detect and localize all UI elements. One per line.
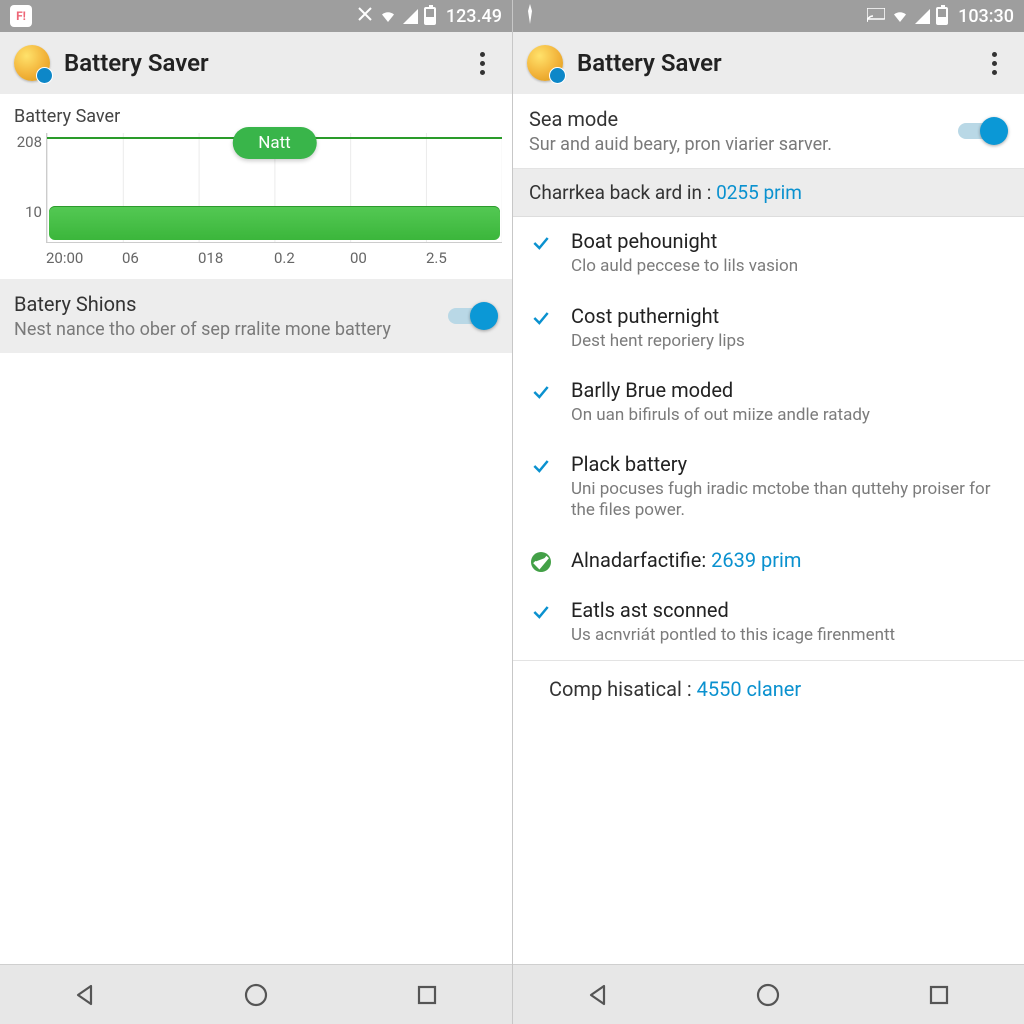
chart-x-axis: 20:00 06 018 0.2 00 2.5 [12,249,502,267]
switch-row-sub: Nest nance tho ober of sep rralite mone … [14,318,438,341]
settings-list: Boat pehounight Clo auld peccese to lils… [513,217,1024,660]
y-tick: 208 [12,133,42,151]
battery-icon [424,7,436,25]
alnadar-text: Alnadarfactifie: 2639 prim [571,548,1008,572]
alnadar-item[interactable]: Alnadarfactifie: 2639 prim [513,536,1024,586]
sea-mode-sub: Sur and auid beary, pron viarier sarver. [529,133,958,156]
nav-home-button[interactable] [746,973,790,1017]
notification-icon: F! [10,5,32,27]
overflow-menu-button[interactable] [466,47,498,79]
wifi-icon [891,7,909,25]
x-tick: 018 [198,249,274,267]
comp-row[interactable]: Comp hisatical : 4550 claner [513,660,1024,719]
status-left [523,4,537,29]
list-item[interactable]: Plack battery Uni pocuses fugh iradic mc… [513,440,1024,536]
phone-right: 103:30 Battery Saver Sea mode Sur and au… [512,0,1024,1024]
y-tick: 10 [12,203,42,221]
status-right: 123.49 [357,6,502,27]
status-right: 103:30 [867,6,1014,27]
overflow-menu-button[interactable] [978,47,1010,79]
sea-mode-title: Sea mode [529,106,958,133]
nav-recent-button[interactable] [917,973,961,1017]
battery-shions-toggle[interactable] [448,302,498,330]
list-item[interactable]: Boat pehounight Clo auld peccese to lils… [513,217,1024,291]
section-accent: 0255 prim [716,181,802,204]
chart-canvas: Natt [46,133,502,243]
app-icon [14,45,50,81]
item-title: Plack battery [571,452,1008,477]
x-tick: 0.2 [274,249,350,267]
close-icon [357,6,373,27]
item-title: Eatls ast sconned [571,598,1008,623]
phone-left: F! 123.49 Battery Saver Battery Saver 20… [0,0,512,1024]
status-left: F! [10,5,32,27]
app-bar: Battery Saver [513,32,1024,94]
chart-y-axis: 208 10 [12,133,46,243]
content-area: Battery Saver 208 10 Natt 20:00 06 018 0… [0,94,512,964]
comp-prefix: Comp hisatical : [549,677,697,701]
x-tick: 00 [350,249,426,267]
check-icon [529,304,553,352]
cast-icon [867,6,885,27]
page-title: Battery Saver [64,49,466,77]
sea-mode-toggle[interactable] [958,117,1008,145]
check-icon [529,378,553,426]
battery-chart: 208 10 Natt 20:00 06 018 0.2 00 2.5 [0,133,512,279]
item-sub: Dest hent reporiery lips [571,331,1008,352]
chart-chip[interactable]: Natt [232,127,317,159]
chart-area-series [49,206,500,240]
section-prefix: Charrkea back ard in : [529,181,716,204]
check-icon [529,229,553,277]
x-tick: 06 [122,249,198,267]
nav-home-button[interactable] [234,973,278,1017]
battery-icon [936,7,948,25]
switch-row-text: Sea mode Sur and auid beary, pron viarie… [529,106,958,156]
status-bar: 103:30 [513,0,1024,32]
content-area: Sea mode Sur and auid beary, pron viarie… [513,94,1024,964]
item-title: Barlly Brue moded [571,378,1008,403]
item-sub: On uan bifiruls of out miize andle ratad… [571,405,1008,426]
status-clock: 123.49 [446,6,502,27]
wifi-icon [379,7,397,25]
comp-accent: 4550 claner [697,677,802,701]
item-title: Cost puthernight [571,304,1008,329]
cell-signal-icon [915,9,930,24]
list-item[interactable]: Eatls ast sconned Us acnvriát pontled to… [513,586,1024,660]
nav-bar [513,964,1024,1024]
nav-bar [0,964,512,1024]
switch-row-text: Batery Shions Nest nance tho ober of sep… [14,291,448,341]
item-sub: Us acnvriát pontled to this icage firenm… [571,625,1008,646]
switch-row-title: Batery Shions [14,291,438,318]
x-tick: 2.5 [426,249,502,267]
chart-plot: 208 10 Natt [12,133,502,243]
status-bar: F! 123.49 [0,0,512,32]
list-item[interactable]: Cost puthernight Dest hent reporiery lip… [513,292,1024,366]
item-sub: Uni pocuses fugh iradic mctobe than qutt… [571,479,1008,522]
x-tick: 20:00 [46,249,122,267]
nav-back-button[interactable] [576,973,620,1017]
check-circle-icon [529,548,553,572]
check-icon [529,452,553,522]
marker-icon [523,4,537,29]
item-sub: Clo auld peccese to lils vasion [571,256,1008,277]
nav-recent-button[interactable] [405,973,449,1017]
check-icon [529,598,553,646]
item-title: Boat pehounight [571,229,1008,254]
charrkea-section: Charrkea back ard in : 0255 prim [513,169,1024,217]
nav-back-button[interactable] [63,973,107,1017]
battery-shions-row[interactable]: Batery Shions Nest nance tho ober of sep… [0,279,512,353]
status-clock: 103:30 [958,6,1014,27]
app-icon [527,45,563,81]
list-item[interactable]: Barlly Brue moded On uan bifiruls of out… [513,366,1024,440]
sea-mode-row[interactable]: Sea mode Sur and auid beary, pron viarie… [513,94,1024,169]
cell-signal-icon [403,9,418,24]
page-title: Battery Saver [577,49,978,77]
app-bar: Battery Saver [0,32,512,94]
